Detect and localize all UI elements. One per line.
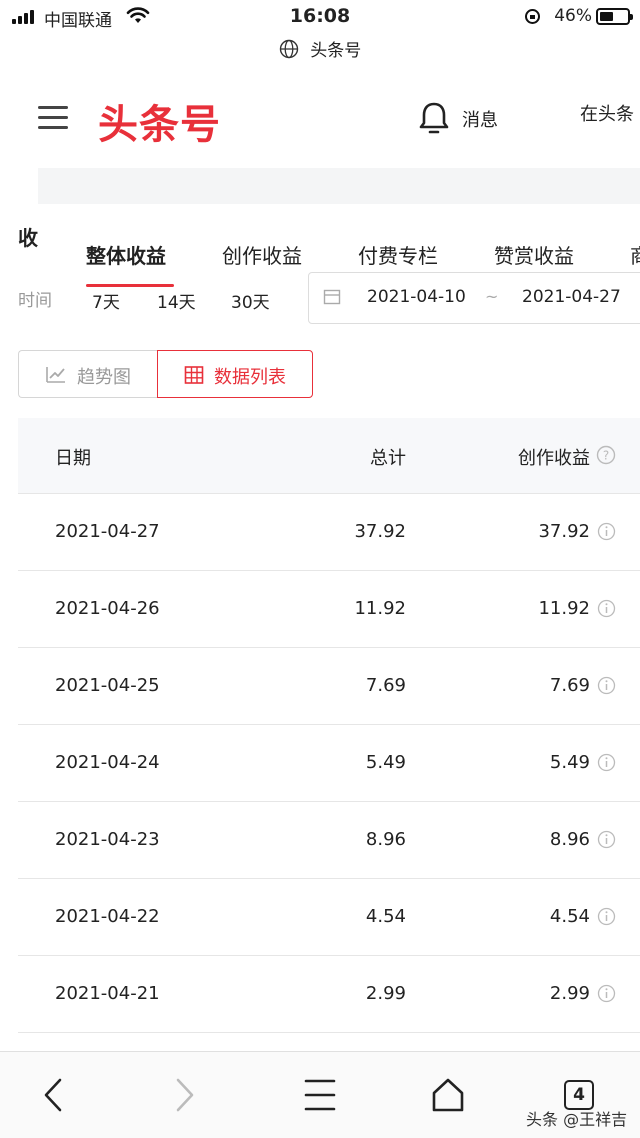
calendar-icon bbox=[323, 289, 341, 305]
row-creation-revenue: 4.54 bbox=[549, 906, 590, 927]
info-icon[interactable] bbox=[597, 753, 616, 772]
forward-icon[interactable] bbox=[172, 1076, 198, 1114]
table-row: 2021-04-24 5.49 5.49 bbox=[18, 725, 640, 802]
row-total: 11.92 bbox=[354, 598, 406, 619]
info-icon[interactable] bbox=[597, 984, 616, 1003]
publish-link[interactable]: 在头条 bbox=[580, 100, 634, 126]
screen: 中国联通 16:08 46% 头条号 头条号 消息 在头条 收 整体收益 创作收… bbox=[0, 0, 640, 1138]
info-icon[interactable] bbox=[597, 830, 616, 849]
menu-icon[interactable] bbox=[38, 104, 68, 130]
row-date: 2021-04-25 bbox=[55, 675, 160, 696]
globe-icon bbox=[279, 39, 298, 58]
table-row: 2021-04-21 2.99 2.99 bbox=[18, 956, 640, 1033]
table-row: 2021-04-27 37.92 37.92 bbox=[18, 494, 640, 571]
row-date: 2021-04-26 bbox=[55, 598, 160, 619]
section-label: 收 bbox=[18, 226, 38, 250]
row-date: 2021-04-22 bbox=[55, 906, 160, 927]
row-date: 2021-04-21 bbox=[55, 983, 160, 1004]
row-total: 5.49 bbox=[365, 752, 406, 773]
range-7-days[interactable]: 7天 bbox=[92, 288, 120, 313]
row-date: 2021-04-23 bbox=[55, 829, 160, 850]
notice-banner bbox=[38, 168, 640, 204]
data-list-button[interactable]: 数据列表 bbox=[157, 350, 313, 398]
row-total: 7.69 bbox=[365, 675, 406, 696]
table-row: 2021-04-26 11.92 11.92 bbox=[18, 571, 640, 648]
table-row: 2021-04-25 7.69 7.69 bbox=[18, 648, 640, 725]
data-list-label: 数据列表 bbox=[214, 367, 286, 388]
status-bar: 中国联通 16:08 46% bbox=[0, 0, 640, 32]
logo[interactable]: 头条号 bbox=[98, 92, 221, 150]
tab-paid-column[interactable]: 付费专栏 bbox=[358, 240, 438, 269]
end-date[interactable]: 2021-04-27 bbox=[522, 287, 621, 307]
table-icon bbox=[184, 366, 204, 384]
column-date: 日期 bbox=[55, 448, 91, 469]
url-site-name: 头条号 bbox=[310, 41, 362, 61]
messages-link[interactable]: 消息 bbox=[462, 106, 498, 132]
table-row: 2021-04-23 8.96 8.96 bbox=[18, 802, 640, 879]
tab-creation-revenue[interactable]: 创作收益 bbox=[222, 240, 302, 269]
row-date: 2021-04-24 bbox=[55, 752, 160, 773]
row-date: 2021-04-27 bbox=[55, 521, 160, 542]
active-tab-indicator bbox=[86, 284, 174, 287]
trend-icon bbox=[46, 367, 65, 383]
tab-commerce[interactable]: 商 bbox=[630, 240, 640, 269]
start-date[interactable]: 2021-04-10 bbox=[367, 287, 466, 307]
table-row: 2021-04-22 4.54 4.54 bbox=[18, 879, 640, 956]
row-creation-revenue: 7.69 bbox=[549, 675, 590, 696]
trend-chart-label: 趋势图 bbox=[77, 367, 131, 388]
row-total: 8.96 bbox=[365, 829, 406, 850]
row-total: 37.92 bbox=[354, 521, 406, 542]
clock: 16:08 bbox=[289, 5, 351, 27]
row-creation-revenue: 5.49 bbox=[549, 752, 590, 773]
home-icon[interactable] bbox=[430, 1076, 466, 1114]
range-30-days[interactable]: 30天 bbox=[231, 288, 270, 313]
rotation-lock-icon bbox=[525, 9, 540, 24]
info-icon[interactable] bbox=[597, 676, 616, 695]
column-total: 总计 bbox=[370, 448, 406, 469]
tab-appreciation-revenue[interactable]: 赞赏收益 bbox=[494, 240, 574, 269]
row-total: 2.99 bbox=[365, 983, 406, 1004]
battery-percent: 46% bbox=[554, 6, 592, 26]
menu-lines-icon[interactable] bbox=[304, 1076, 336, 1114]
svg-text:?: ? bbox=[603, 449, 609, 463]
row-creation-revenue: 11.92 bbox=[538, 598, 590, 619]
column-creation-revenue: 创作收益 bbox=[518, 448, 590, 469]
row-creation-revenue: 2.99 bbox=[549, 983, 590, 1004]
url-bar[interactable]: 头条号 bbox=[0, 36, 640, 64]
info-icon[interactable] bbox=[597, 522, 616, 541]
time-label: 时间 bbox=[18, 291, 52, 311]
tab-overall-revenue[interactable]: 整体收益 bbox=[86, 240, 166, 269]
info-icon[interactable] bbox=[597, 907, 616, 926]
table-header: 日期 总计 创作收益 ? bbox=[18, 418, 640, 494]
row-creation-revenue: 8.96 bbox=[549, 829, 590, 850]
watermark: 头条 @王祥吉 bbox=[526, 1110, 628, 1129]
info-icon[interactable] bbox=[597, 599, 616, 618]
date-range-picker[interactable]: 2021-04-10 ~ 2021-04-27 bbox=[308, 272, 640, 324]
range-14-days[interactable]: 14天 bbox=[157, 288, 196, 313]
row-creation-revenue: 37.92 bbox=[538, 521, 590, 542]
row-total: 4.54 bbox=[365, 906, 406, 927]
battery-icon bbox=[596, 8, 633, 25]
bell-icon[interactable] bbox=[416, 100, 452, 136]
help-icon[interactable]: ? bbox=[596, 445, 616, 465]
trend-chart-button[interactable]: 趋势图 bbox=[18, 350, 158, 398]
date-separator: ~ bbox=[485, 287, 499, 306]
back-icon[interactable] bbox=[40, 1076, 66, 1114]
